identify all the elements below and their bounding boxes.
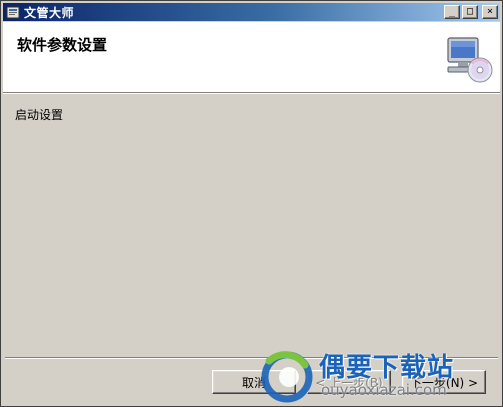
- close-button[interactable]: ×: [482, 5, 498, 19]
- startup-settings-label: 启动设置: [15, 108, 64, 122]
- maximize-button[interactable]: □: [462, 5, 478, 19]
- close-icon: ×: [486, 6, 494, 17]
- back-button[interactable]: < 上一步(B): [307, 370, 391, 394]
- minimize-icon: _: [448, 6, 456, 17]
- cancel-button[interactable]: 取消: [212, 370, 296, 394]
- wizard-header: 软件参数设置: [3, 22, 500, 93]
- wizard-body: 启动设置: [3, 94, 500, 358]
- cancel-button-label: 取消: [241, 375, 266, 390]
- minimize-button[interactable]: _: [444, 5, 460, 19]
- next-button-label: 下一步(N) >: [409, 375, 479, 390]
- computer-cd-icon: [444, 34, 494, 84]
- footer-divider-highlight: [5, 358, 498, 359]
- app-icon: [6, 5, 20, 19]
- page-title: 软件参数设置: [17, 36, 108, 54]
- next-button[interactable]: 下一步(N) >: [402, 370, 486, 394]
- title-bar[interactable]: 文管大师 _ □ ×: [3, 3, 500, 21]
- window-controls: _ □ ×: [444, 5, 498, 19]
- maximize-icon: □: [466, 6, 474, 17]
- window-title: 文管大师: [24, 5, 75, 20]
- installer-window: 文管大师 _ □ × 软件参数设置 启动设置 取消 < 上一步(B) 下一步(N…: [0, 0, 503, 407]
- back-button-label: < 上一步(B): [315, 375, 383, 390]
